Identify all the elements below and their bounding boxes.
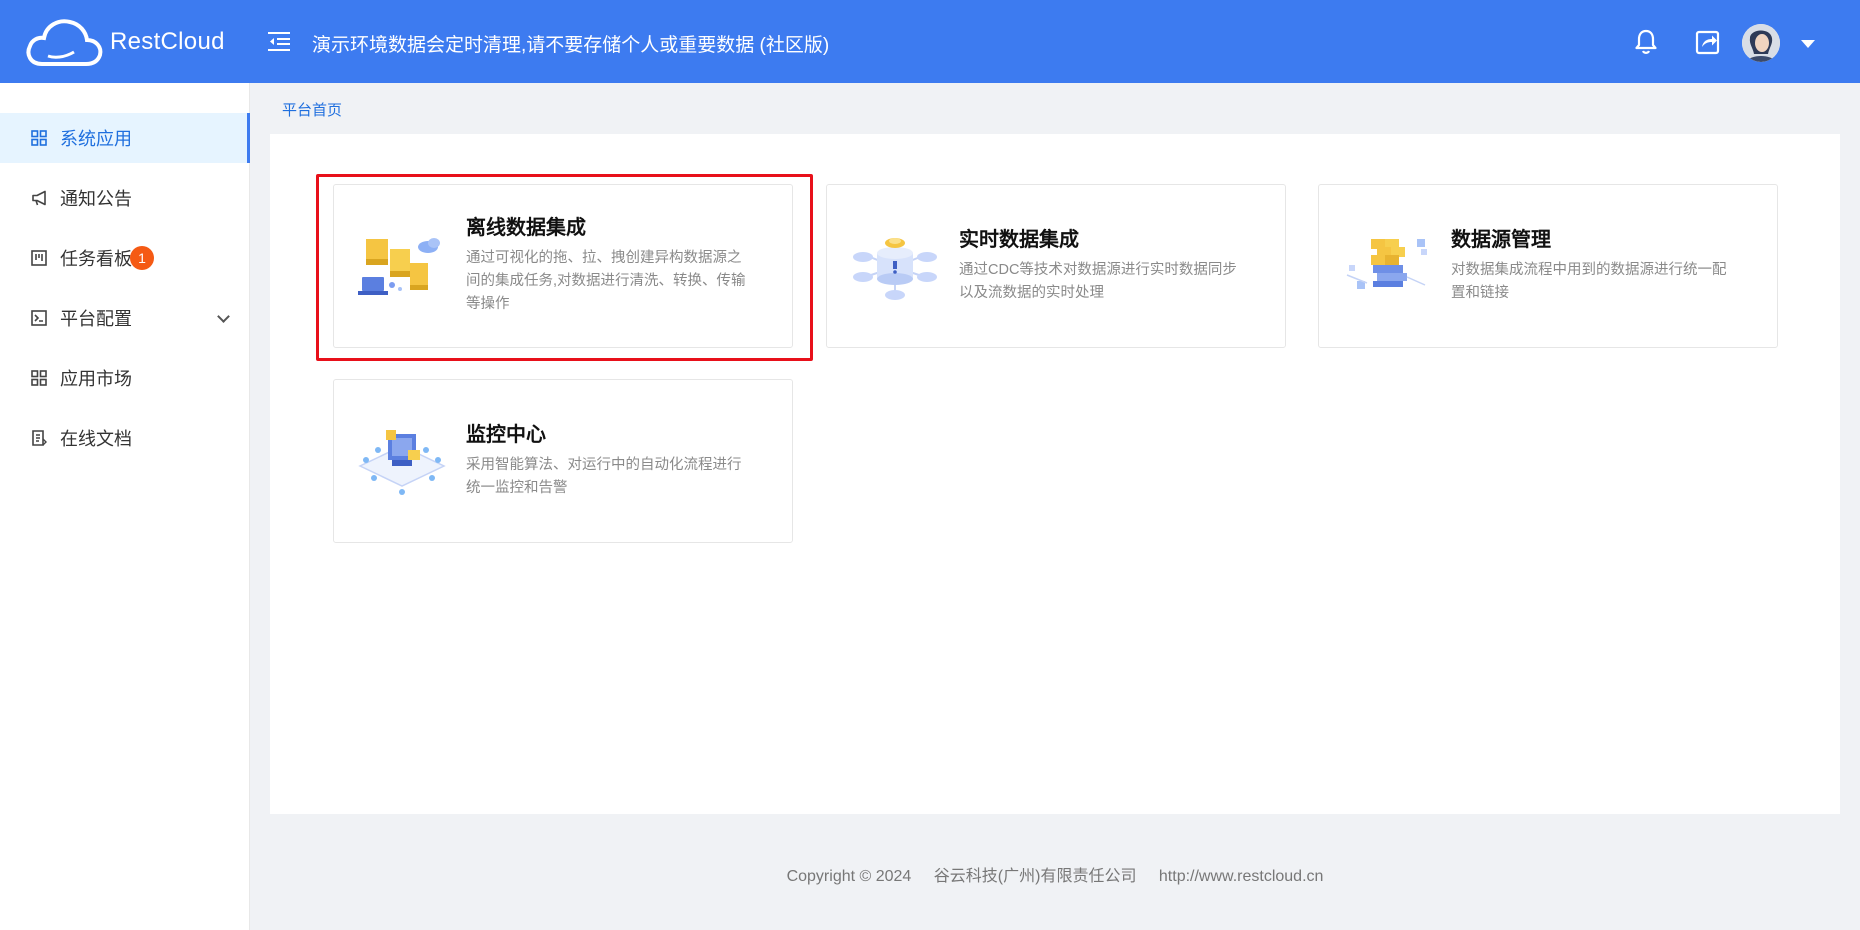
chevron-down-icon [217,310,230,323]
monitoring-illustration-icon [358,430,446,495]
sidebar-item-app-market[interactable]: 应用市场 [0,353,250,403]
sidebar-item-label: 在线文档 [60,429,132,449]
cloud-logo-icon [26,19,103,66]
sidebar-item-label: 任务看板 [60,249,132,269]
avatar[interactable] [1742,24,1780,62]
company-name: 谷云科技(广州)有限责任公司 [933,868,1137,885]
sidebar-item-label: 应用市场 [60,369,132,389]
sidebar-item-online-docs[interactable]: 在线文档 [0,413,250,463]
card-description: 采用智能算法、对运行中的自动化流程进行统一监控和告警 [466,457,742,496]
card-title: 监控中心 [466,424,546,446]
card-offline-integration[interactable]: 离线数据集成 通过可视化的拖、拉、拽创建异构数据源之间的集成任务,对数据进行清洗… [333,184,793,348]
document-icon [30,429,48,447]
copyright-text: Copyright © 2024 [786,868,912,885]
card-description: 对数据集成流程中用到的数据源进行统一配置和链接 [1451,262,1727,301]
logo[interactable]: RestCloud [24,16,225,68]
share-icon[interactable] [1694,28,1722,56]
etl-illustration-icon [358,238,440,295]
card-title: 数据源管理 [1451,229,1551,251]
card-realtime-integration[interactable]: 实时数据集成 通过CDC等技术对数据源进行实时数据同步以及流数据的实时处理 [826,184,1286,348]
logo-text: RestCloud [110,28,225,55]
kanban-icon [30,249,48,267]
sidebar: 系统应用 通知公告 任务看板 1 平台配置 应用市场 在线文档 [0,83,250,930]
terminal-icon [30,309,48,327]
sidebar-item-label: 通知公告 [60,189,132,209]
megaphone-icon [30,189,48,207]
card-title: 实时数据集成 [959,229,1079,251]
grid-icon [30,369,48,387]
top-header: RestCloud 演示环境数据会定时清理,请不要存储个人或重要数据 (社区版) [0,0,1860,83]
demo-notice: 演示环境数据会定时清理,请不要存储个人或重要数据 (社区版) [312,35,830,56]
bell-icon[interactable] [1632,28,1660,56]
sidebar-item-system-apps[interactable]: 系统应用 [0,113,250,163]
card-description: 通过CDC等技术对数据源进行实时数据同步以及流数据的实时处理 [959,262,1237,301]
card-monitoring-center[interactable]: 监控中心 采用智能算法、对运行中的自动化流程进行统一监控和告警 [333,379,793,543]
sidebar-item-task-board[interactable]: 任务看板 1 [0,233,250,283]
caret-down-icon[interactable] [1801,40,1815,48]
sidebar-item-notices[interactable]: 通知公告 [0,173,250,223]
breadcrumb[interactable]: 平台首页 [282,99,342,120]
sidebar-item-label: 平台配置 [60,309,132,329]
datasource-illustration-icon [1346,239,1427,289]
card-title: 离线数据集成 [466,217,586,239]
card-description: 通过可视化的拖、拉、拽创建异构数据源之间的集成任务,对数据进行清洗、转换、传输等… [466,250,746,312]
sidebar-item-label: 系统应用 [60,129,132,149]
footer: Copyright © 2024 谷云科技(广州)有限责任公司 http://w… [250,862,1860,886]
grid-icon [30,129,48,147]
user-avatar-icon [1742,24,1780,62]
notification-badge: 1 [130,246,154,270]
card-datasource-management[interactable]: 数据源管理 对数据集成流程中用到的数据源进行统一配置和链接 [1318,184,1778,348]
menu-fold-icon[interactable] [268,30,292,52]
website-link[interactable]: http://www.restcloud.cn [1159,868,1324,885]
sidebar-item-platform-config[interactable]: 平台配置 [0,293,250,343]
realtime-sync-illustration-icon [853,238,937,300]
